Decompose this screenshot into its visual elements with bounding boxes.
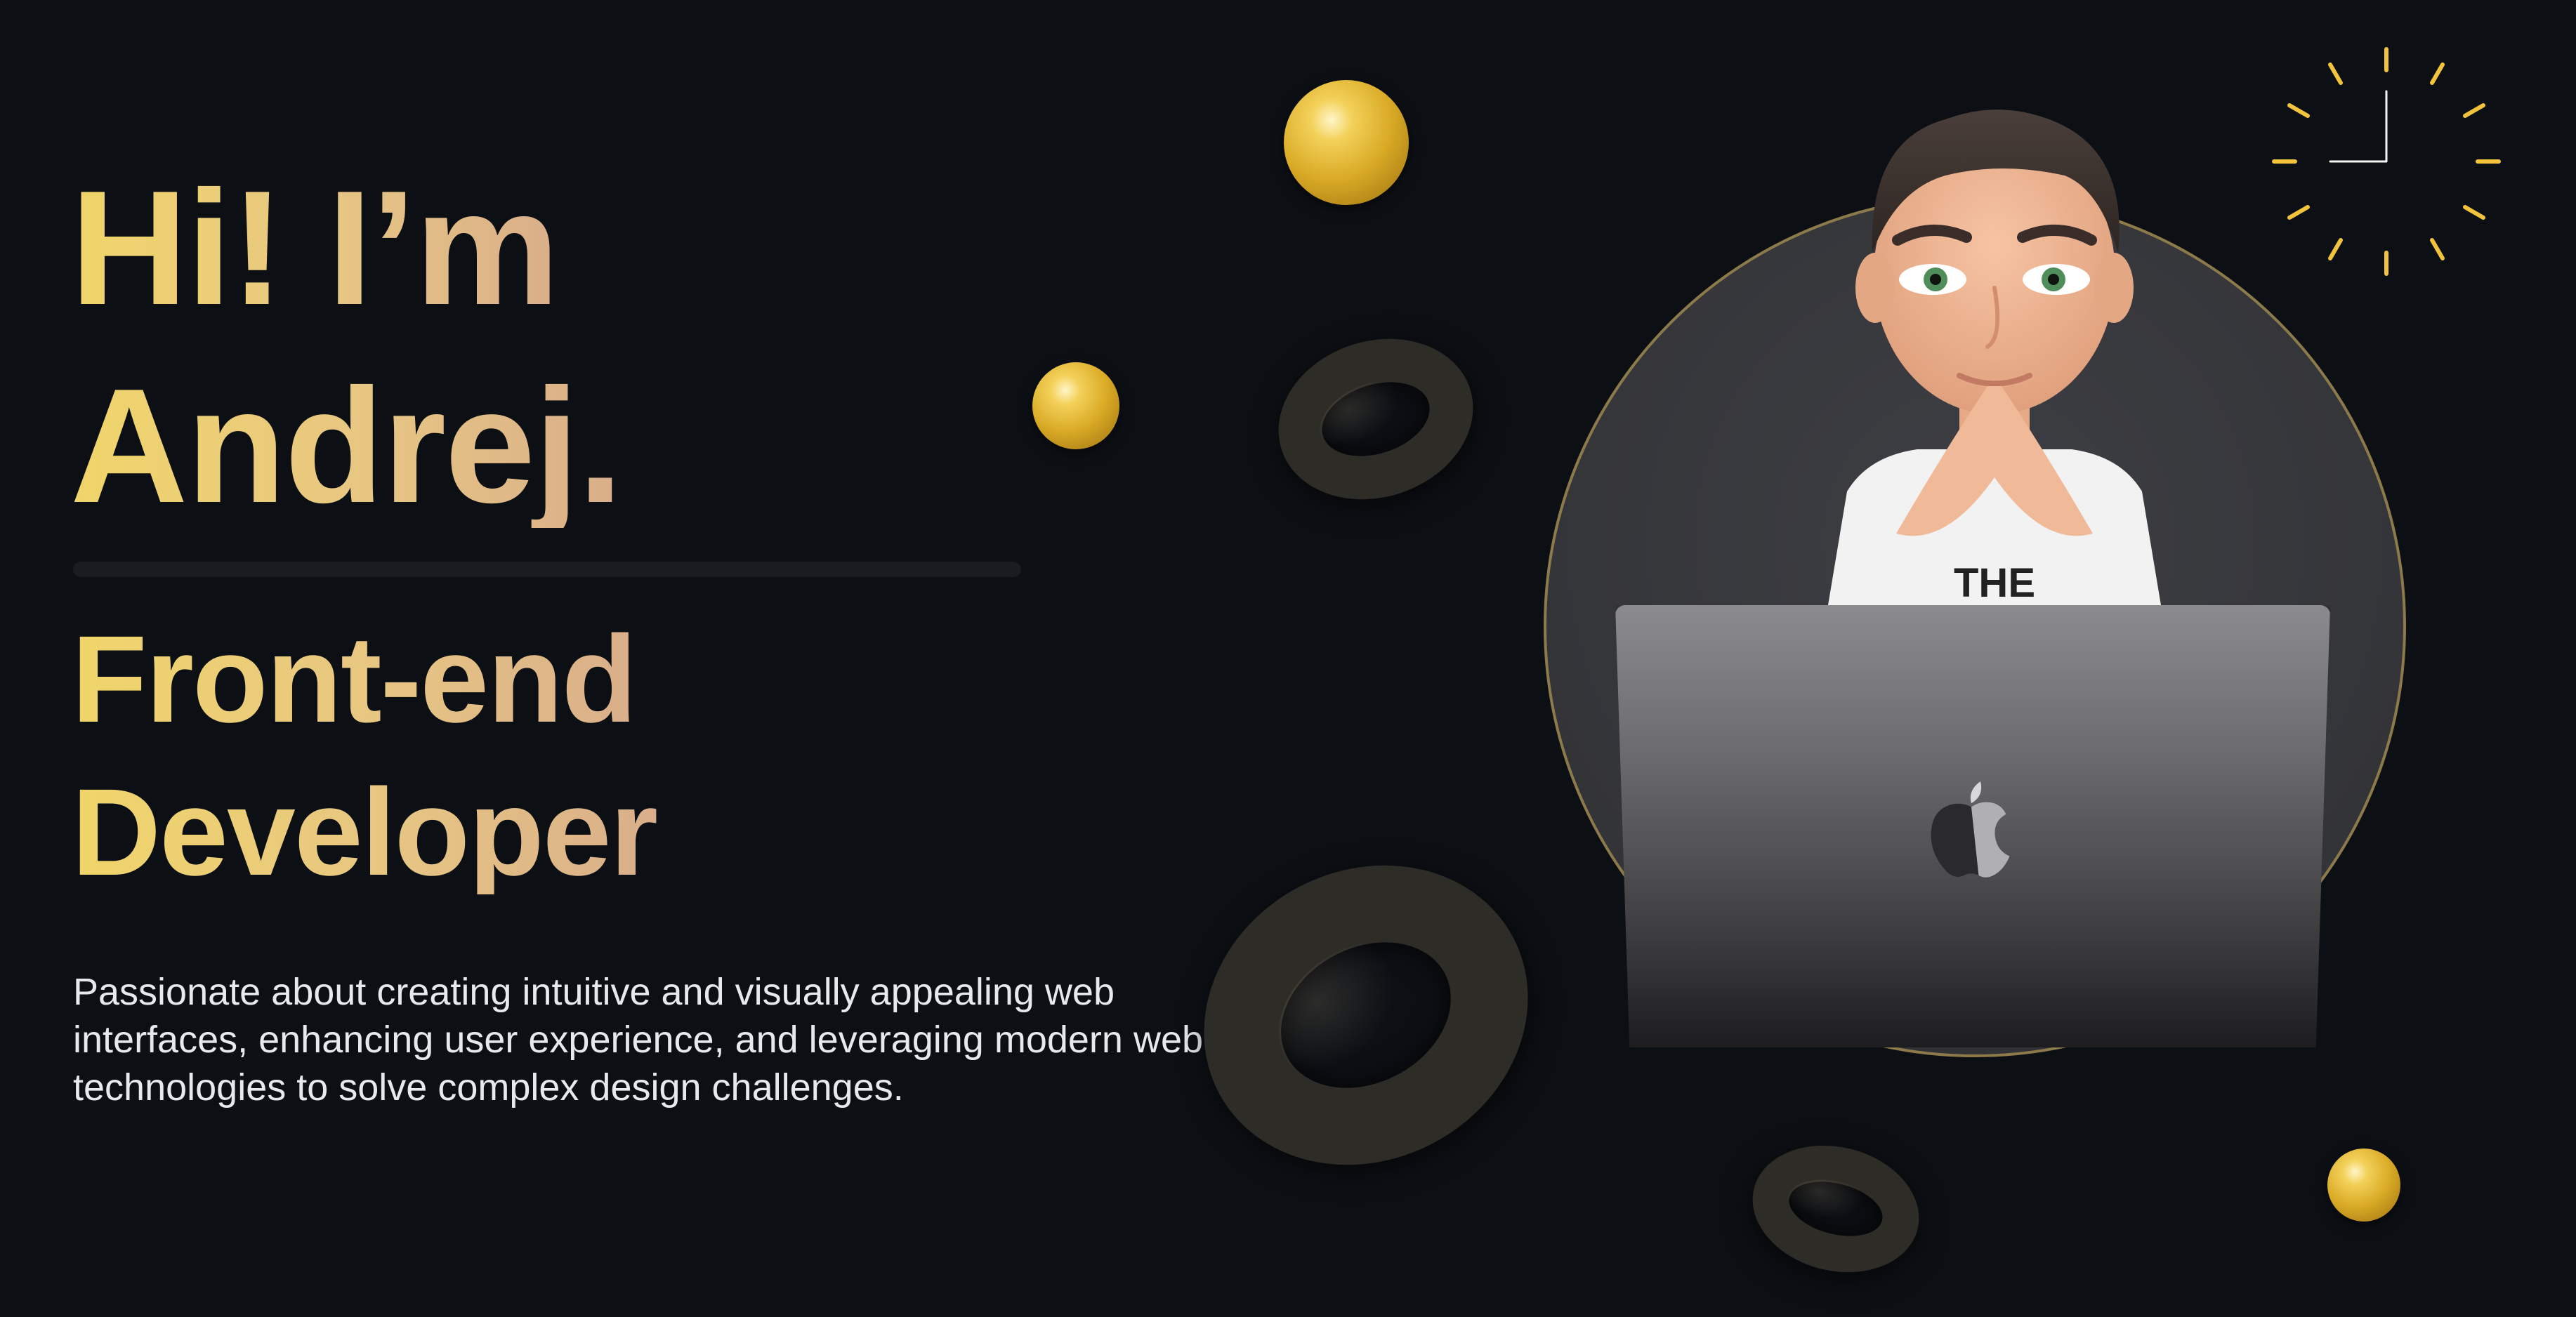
dark-torus (1257, 314, 1494, 524)
role-line-2: Developer (72, 764, 658, 901)
clock-icon (2272, 47, 2501, 276)
gold-ball (1032, 362, 1119, 449)
dark-torus (1151, 809, 1581, 1222)
role-line-1: Front-end (72, 611, 637, 748)
apple-icon (1931, 781, 2010, 878)
greeting-line-1: Hi! I’m (70, 157, 560, 339)
avatar-image: THE (1826, 110, 2163, 618)
divider (73, 562, 1021, 577)
hero-section: Hi! I’m Andrej. Front-end Developer Pass… (0, 0, 2576, 1317)
shirt-text: THE (1954, 560, 2035, 606)
bio-text: Passionate about creating intuitive and … (73, 971, 1204, 1108)
gold-ball (2327, 1149, 2400, 1222)
greeting-name: Andrej. (70, 355, 623, 537)
dark-torus (1739, 1128, 1933, 1290)
gold-ball (1284, 80, 1409, 205)
